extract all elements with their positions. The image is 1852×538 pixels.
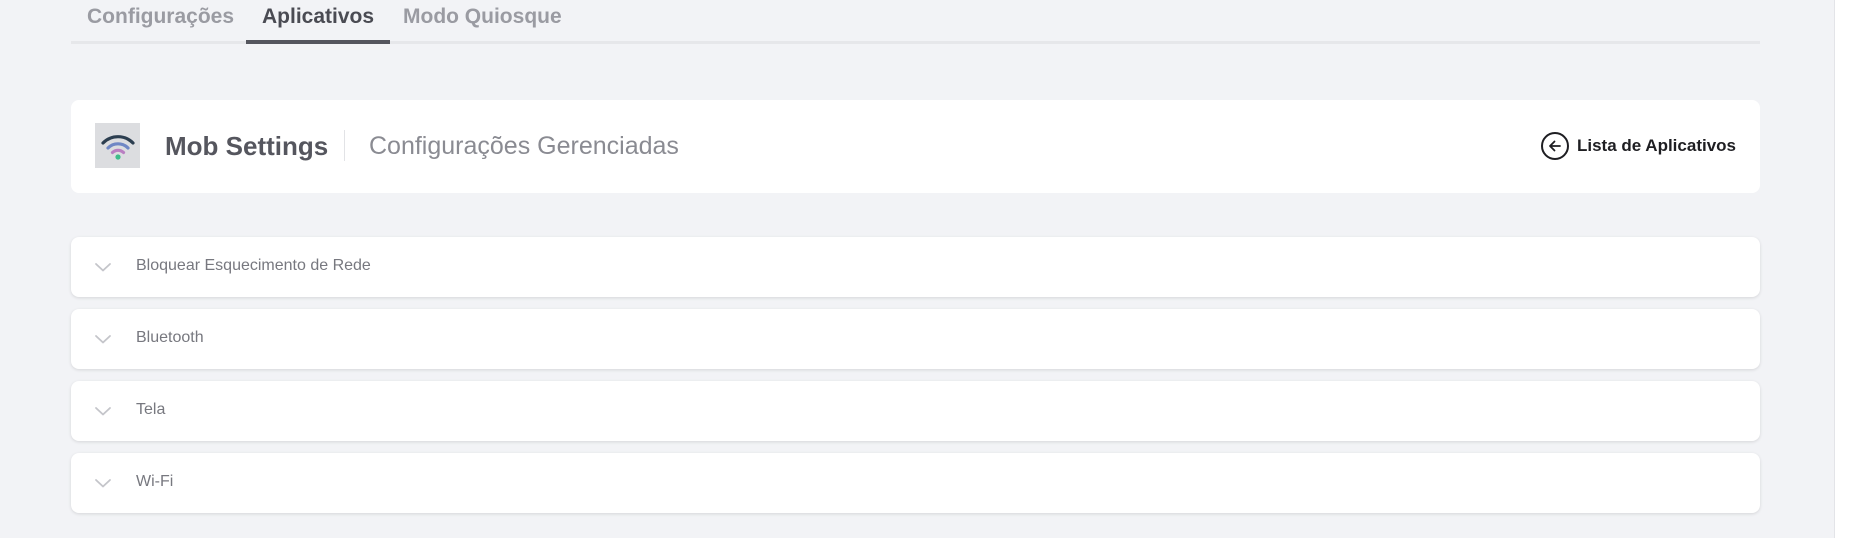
scrollbar-track[interactable] <box>1834 0 1852 538</box>
tab-configuracoes[interactable]: Configurações <box>71 0 250 44</box>
accordion-title: Wi-Fi <box>136 473 174 490</box>
app-list-link-label: Lista de Aplicativos <box>1576 136 1736 155</box>
accordion-title: Bluetooth <box>136 329 204 346</box>
accordion-item-bluetooth[interactable]: Bluetooth <box>71 309 1760 369</box>
app-name: Mob Settings <box>165 131 329 161</box>
chevron-down-icon <box>94 258 112 276</box>
chevron-down-icon <box>94 330 112 348</box>
accordion-item-bloquear-esquecimento-de-rede[interactable]: Bloquear Esquecimento de Rede <box>71 237 1760 297</box>
app-list-link[interactable]: Lista de Aplicativos <box>1540 130 1736 162</box>
scrollbar-divider <box>1834 0 1835 538</box>
chevron-down-icon <box>94 474 112 492</box>
header-divider <box>344 130 345 161</box>
accordion-title: Tela <box>136 401 166 418</box>
tab-bar: Configurações Aplicativos Modo Quiosque <box>71 0 1760 44</box>
app-header-card: Mob Settings Configurações Gerenciadas L… <box>71 100 1760 193</box>
chevron-down-icon <box>94 402 112 420</box>
wifi-icon <box>95 123 140 168</box>
arrow-left-circle-icon <box>1540 132 1569 160</box>
page-subtitle: Configurações Gerenciadas <box>369 132 679 160</box>
tab-modo-quiosque[interactable]: Modo Quiosque <box>387 0 578 44</box>
accordion-item-tela[interactable]: Tela <box>71 381 1760 441</box>
accordion-title: Bloquear Esquecimento de Rede <box>136 257 371 274</box>
tab-aplicativos[interactable]: Aplicativos <box>246 0 391 44</box>
accordion-item-wi-fi[interactable]: Wi-Fi <box>71 453 1760 513</box>
